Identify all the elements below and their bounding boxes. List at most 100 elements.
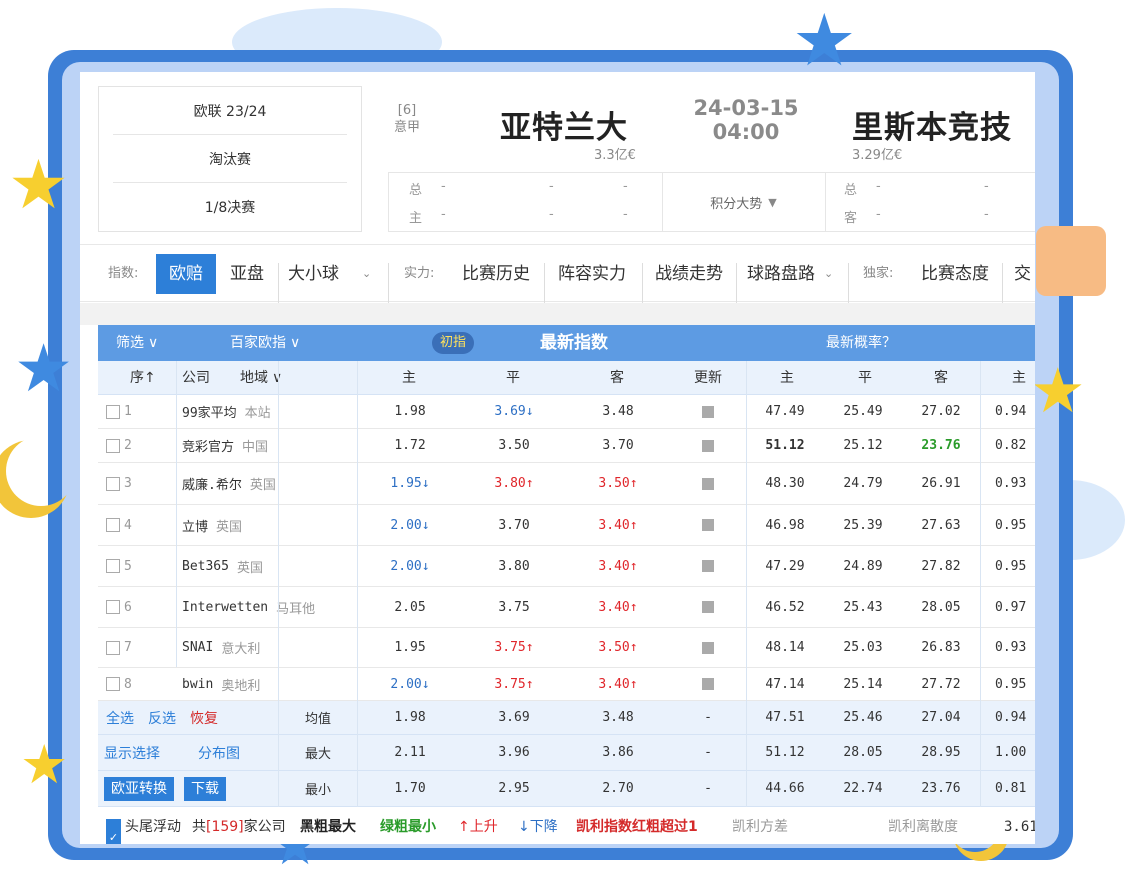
baijia-dropdown[interactable]: 百家欧指 ∨ bbox=[230, 325, 300, 361]
odds-draw[interactable]: 3.75↑ bbox=[462, 628, 566, 667]
odds-draw[interactable]: 3.70 bbox=[462, 505, 566, 545]
row-checkbox[interactable] bbox=[106, 677, 120, 691]
home-team-name[interactable]: 亚特兰大 bbox=[500, 102, 628, 147]
odds-away[interactable]: 3.40↑ bbox=[566, 668, 670, 700]
row-checkbox[interactable] bbox=[106, 438, 120, 453]
company-name[interactable]: 99家平均 bbox=[182, 402, 237, 421]
odds-home[interactable]: 1.72 bbox=[358, 429, 462, 462]
row-checkbox[interactable] bbox=[106, 518, 120, 532]
odds-home[interactable]: 1.95 bbox=[358, 628, 462, 667]
odds-away[interactable]: 3.70 bbox=[566, 429, 670, 462]
chevron-down-icon[interactable]: ⌄ bbox=[824, 245, 833, 303]
company-name[interactable]: SNAI bbox=[182, 640, 213, 655]
row-checkbox[interactable] bbox=[106, 600, 120, 614]
prob-draw: 25.03 bbox=[843, 640, 883, 655]
update-square-icon[interactable] bbox=[702, 519, 714, 531]
company-name[interactable]: Bet365 bbox=[182, 559, 229, 574]
odds-draw[interactable]: 3.75 bbox=[462, 587, 566, 627]
row-index: 2 bbox=[124, 438, 132, 453]
prob-home: 47.49 bbox=[765, 404, 805, 419]
prob-away: 27.63 bbox=[921, 517, 961, 533]
odds-draw[interactable]: 3.80 bbox=[462, 546, 566, 586]
kelly-home: 0.97 bbox=[995, 599, 1027, 615]
table-row[interactable]: 1 99家平均 本站 1.98 3.69↓ 3.48 47.49 25.49 27.02 0.94 bbox=[98, 395, 1035, 429]
odds-away[interactable]: 3.50↑ bbox=[566, 628, 670, 667]
company-name[interactable]: bwin bbox=[182, 677, 213, 692]
odds-draw[interactable]: 3.80↑ bbox=[462, 463, 566, 504]
prob-home: 46.98 bbox=[765, 517, 805, 533]
tab-match-history[interactable]: 比赛历史 bbox=[462, 245, 530, 303]
table-row[interactable]: 6 Interwetten 马耳他 2.05 3.75 3.40↑ 46.52 25.43 28… bbox=[98, 587, 1035, 628]
section-gap bbox=[80, 303, 1035, 325]
update-square-icon[interactable] bbox=[702, 405, 714, 418]
odds-draw[interactable]: 3.69↓ bbox=[462, 395, 566, 428]
select-all-link[interactable]: 全选 bbox=[106, 708, 134, 728]
company-name[interactable]: 立博 bbox=[182, 516, 208, 535]
update-square-icon[interactable] bbox=[702, 678, 714, 690]
update-square-icon[interactable] bbox=[702, 560, 714, 572]
update-square-icon[interactable] bbox=[702, 641, 714, 654]
table-row[interactable]: 3 威廉.希尔 英国 1.95↓ 3.80↑ 3.50↑ 48.30 24.79 26.91 0.… bbox=[98, 463, 1035, 505]
away-stats: 总 - - 客 - - bbox=[825, 172, 1035, 232]
odds-away[interactable]: 3.40↑ bbox=[566, 546, 670, 586]
odds-home[interactable]: 2.00↓ bbox=[358, 546, 462, 586]
sort-seq-button[interactable]: 序↑ bbox=[130, 361, 156, 395]
odds-home[interactable]: 1.98 bbox=[358, 395, 462, 428]
tab-handicap-trend[interactable]: 球路盘路 bbox=[747, 245, 815, 303]
table-row[interactable]: 5 Bet365 英国 2.00↓ 3.80 3.40↑ 47.29 24.89 27.82 0.… bbox=[98, 546, 1035, 587]
table-row[interactable]: 2 竞彩官方 中国 1.72 3.50 3.70 51.12 25.12 23.76 0.82 bbox=[98, 429, 1035, 463]
odds-home[interactable]: 2.05 bbox=[358, 587, 462, 627]
row-checkbox[interactable] bbox=[106, 640, 120, 655]
tab-asian-handicap[interactable]: 亚盘 bbox=[230, 245, 264, 303]
show-selected-link[interactable]: 显示选择 bbox=[104, 743, 160, 763]
odds-away[interactable]: 3.40↑ bbox=[566, 505, 670, 545]
odds-home[interactable]: 2.00↓ bbox=[358, 505, 462, 545]
away-team-value: 3.29亿€ bbox=[852, 148, 903, 163]
odds-convert-button[interactable]: 欧亚转换 bbox=[104, 776, 174, 801]
company-name[interactable]: 竞彩官方 bbox=[182, 436, 234, 455]
away-team-name[interactable]: 里斯本竞技 bbox=[852, 102, 1012, 147]
company-name[interactable]: Interwetten bbox=[182, 600, 268, 615]
kelly-home: 0.94 bbox=[995, 404, 1027, 419]
table-row[interactable]: 8 bwin 奥地利 2.00↓ 3.75↑ 3.40↑ 47.14 25.14 27.72 0.… bbox=[98, 668, 1035, 701]
download-button[interactable]: 下载 bbox=[184, 776, 226, 801]
update-square-icon[interactable] bbox=[702, 439, 714, 452]
filter-dropdown[interactable]: 筛选 ∨ bbox=[116, 325, 158, 361]
odds-draw[interactable]: 3.50 bbox=[462, 429, 566, 462]
company-region: 奥地利 bbox=[221, 678, 261, 694]
tab-form-trend[interactable]: 战绩走势 bbox=[655, 245, 723, 303]
tab-european-odds[interactable]: 欧赔 bbox=[156, 254, 216, 294]
summary-label: 均值 bbox=[304, 712, 331, 727]
tab-over-under[interactable]: 大小球 bbox=[288, 245, 339, 303]
distribution-chart-link[interactable]: 分布图 bbox=[198, 743, 240, 763]
table-row[interactable]: 7 SNAI 意大利 1.95 3.75↑ 3.50↑ 48.14 25.03 26.83 0.9… bbox=[98, 628, 1035, 668]
update-square-icon[interactable] bbox=[702, 601, 714, 613]
initial-odds-toggle[interactable]: 初指 bbox=[432, 332, 475, 354]
tab-lineup-strength[interactable]: 阵容实力 bbox=[558, 245, 626, 303]
company-name[interactable]: 威廉.希尔 bbox=[182, 474, 242, 493]
invert-selection-link[interactable]: 反选 bbox=[148, 708, 176, 728]
prob-home: 47.14 bbox=[765, 676, 805, 692]
odds-home[interactable]: 2.00↓ bbox=[358, 668, 462, 700]
update-square-icon[interactable] bbox=[702, 477, 714, 490]
tab-match-attitude[interactable]: 比赛态度 bbox=[921, 245, 989, 303]
odds-home[interactable]: 1.95↓ bbox=[358, 463, 462, 504]
prob-draw: 25.49 bbox=[843, 404, 883, 419]
checkbox-icon[interactable]: ✓ bbox=[106, 819, 121, 844]
restore-link[interactable]: 恢复 bbox=[190, 708, 218, 728]
row-checkbox[interactable] bbox=[106, 404, 120, 419]
region-dropdown[interactable]: 地域∨ bbox=[240, 361, 282, 395]
latest-probability-help[interactable]: 最新概率？ bbox=[826, 325, 896, 361]
odds-away[interactable]: 3.40↑ bbox=[566, 587, 670, 627]
company-region: 英国 bbox=[216, 519, 243, 535]
chevron-down-icon[interactable]: ⌄ bbox=[362, 245, 371, 303]
table-row[interactable]: 4 立博 英国 2.00↓ 3.70 3.40↑ 46.98 25.39 27.63 0.95 bbox=[98, 505, 1035, 546]
odds-draw[interactable]: 3.75↑ bbox=[462, 668, 566, 700]
row-checkbox[interactable] bbox=[106, 476, 120, 491]
standings-trend-dropdown[interactable]: 积分大势 ▼ bbox=[662, 172, 825, 232]
odds-away[interactable]: 3.48 bbox=[566, 395, 670, 428]
odds-away[interactable]: 3.50↑ bbox=[566, 463, 670, 504]
tab-trade[interactable]: 交 bbox=[1014, 245, 1031, 303]
row-checkbox[interactable] bbox=[106, 559, 120, 573]
kelly-dispersion-label: 凯利离散度 bbox=[888, 819, 958, 835]
